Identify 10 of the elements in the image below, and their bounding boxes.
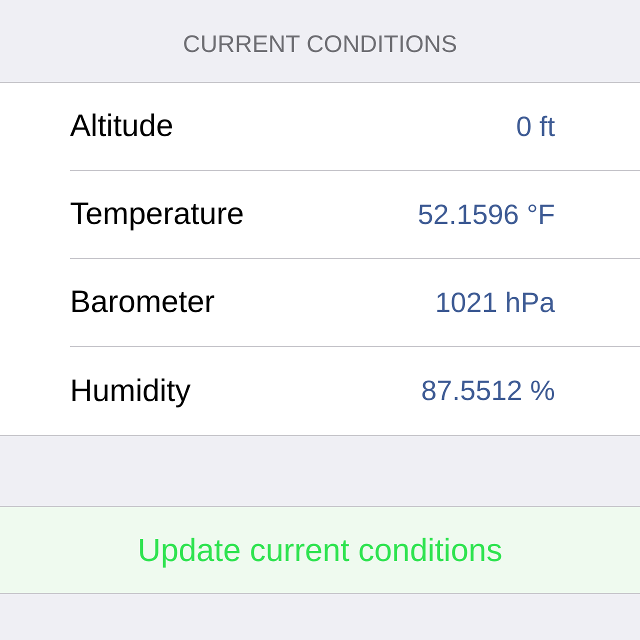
row-value: 87.5512 % <box>421 374 555 408</box>
row-label: Humidity <box>70 372 191 410</box>
row-label: Barometer <box>70 283 215 322</box>
row-label: Temperature <box>70 195 244 234</box>
section-header: CURRENT CONDITIONS <box>182 30 458 60</box>
row-label: Altitude <box>70 107 174 146</box>
row-value: 0 ft <box>516 110 555 144</box>
row-value: 1021 hPa <box>435 286 555 320</box>
update-button[interactable]: Update current conditions <box>0 506 640 594</box>
row-value: 52.1596 °F <box>418 198 555 232</box>
